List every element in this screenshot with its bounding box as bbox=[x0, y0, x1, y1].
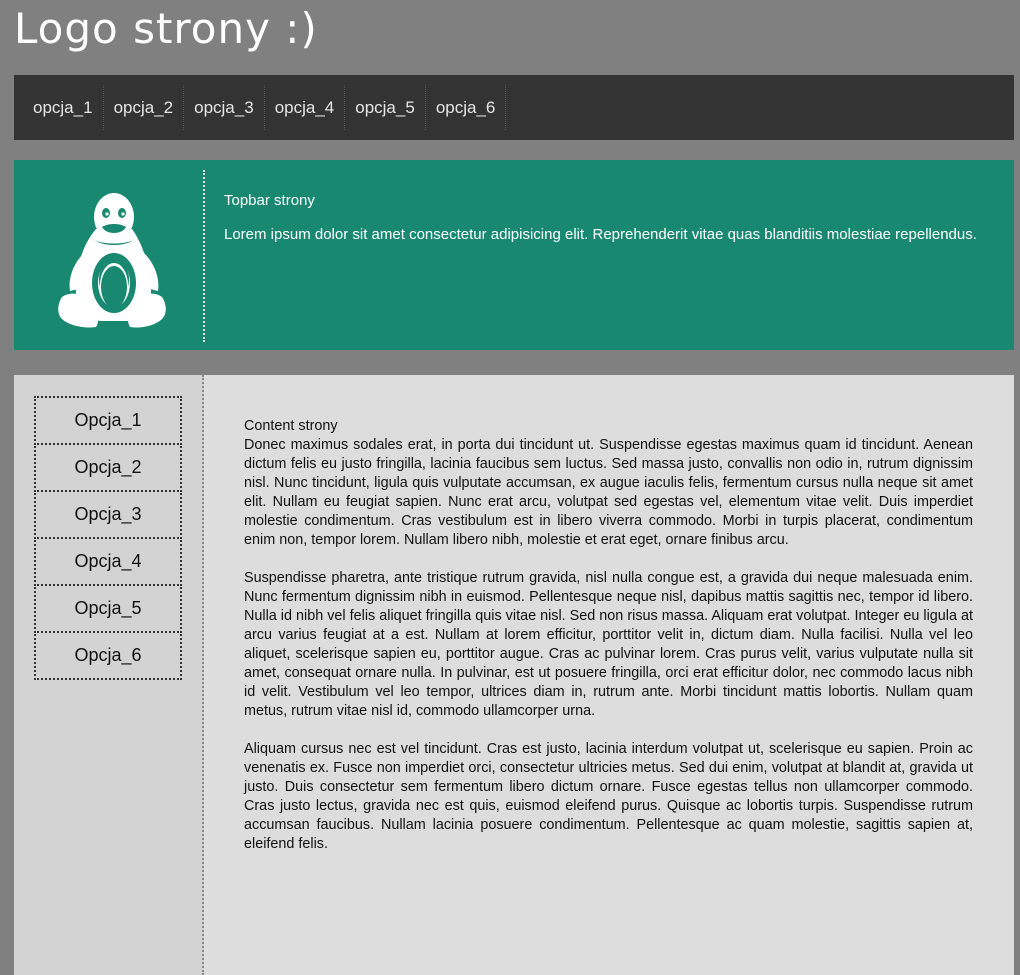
sidebar-item-opcja-3[interactable]: Opcja_3 bbox=[34, 490, 182, 539]
sidebar-menu: Opcja_1 Opcja_2 Opcja_3 Opcja_4 Opcja_5 … bbox=[34, 396, 182, 680]
sidebar-item-opcja-4[interactable]: Opcja_4 bbox=[34, 537, 182, 586]
nav-item-opcja-5[interactable]: opcja_5 bbox=[345, 85, 426, 130]
sidebar-item-opcja-6[interactable]: Opcja_6 bbox=[34, 631, 182, 680]
sidebar-item-opcja-5[interactable]: Opcja_5 bbox=[34, 584, 182, 633]
topbar-logo-area bbox=[14, 170, 205, 342]
topbar-description: Lorem ipsum dolor sit amet consectetur a… bbox=[224, 226, 977, 243]
tux-penguin-icon bbox=[58, 193, 166, 328]
site-logo[interactable]: Logo strony :) bbox=[14, 4, 318, 53]
nav-item-opcja-2[interactable]: opcja_2 bbox=[104, 85, 185, 130]
sidebar-item-opcja-1[interactable]: Opcja_1 bbox=[34, 396, 182, 445]
sidebar: Opcja_1 Opcja_2 Opcja_3 Opcja_4 Opcja_5 … bbox=[14, 375, 204, 975]
sidebar-item-opcja-2[interactable]: Opcja_2 bbox=[34, 443, 182, 492]
content-paragraph: Suspendisse pharetra, ante tristique rut… bbox=[244, 570, 973, 719]
topbar-title: Topbar strony bbox=[224, 192, 315, 209]
topbar: Topbar strony Lorem ipsum dolor sit amet… bbox=[14, 160, 1014, 350]
nav-item-opcja-4[interactable]: opcja_4 bbox=[265, 85, 346, 130]
nav-item-opcja-3[interactable]: opcja_3 bbox=[184, 85, 265, 130]
content-area: Content strony Donec maximus sodales era… bbox=[244, 417, 973, 873]
nav-item-opcja-6[interactable]: opcja_6 bbox=[426, 85, 507, 130]
topbar-text: Topbar strony Lorem ipsum dolor sit amet… bbox=[224, 192, 984, 244]
content-paragraph: Aliquam cursus nec est vel tincidunt. Cr… bbox=[244, 741, 973, 852]
main-nav: opcja_1 opcja_2 opcja_3 opcja_4 opcja_5 … bbox=[14, 75, 1014, 140]
content-paragraph: Donec maximus sodales erat, in porta dui… bbox=[244, 437, 973, 548]
nav-item-opcja-1[interactable]: opcja_1 bbox=[14, 85, 104, 130]
main-section: Opcja_1 Opcja_2 Opcja_3 Opcja_4 Opcja_5 … bbox=[14, 375, 1014, 975]
content-title: Content strony bbox=[244, 418, 338, 434]
